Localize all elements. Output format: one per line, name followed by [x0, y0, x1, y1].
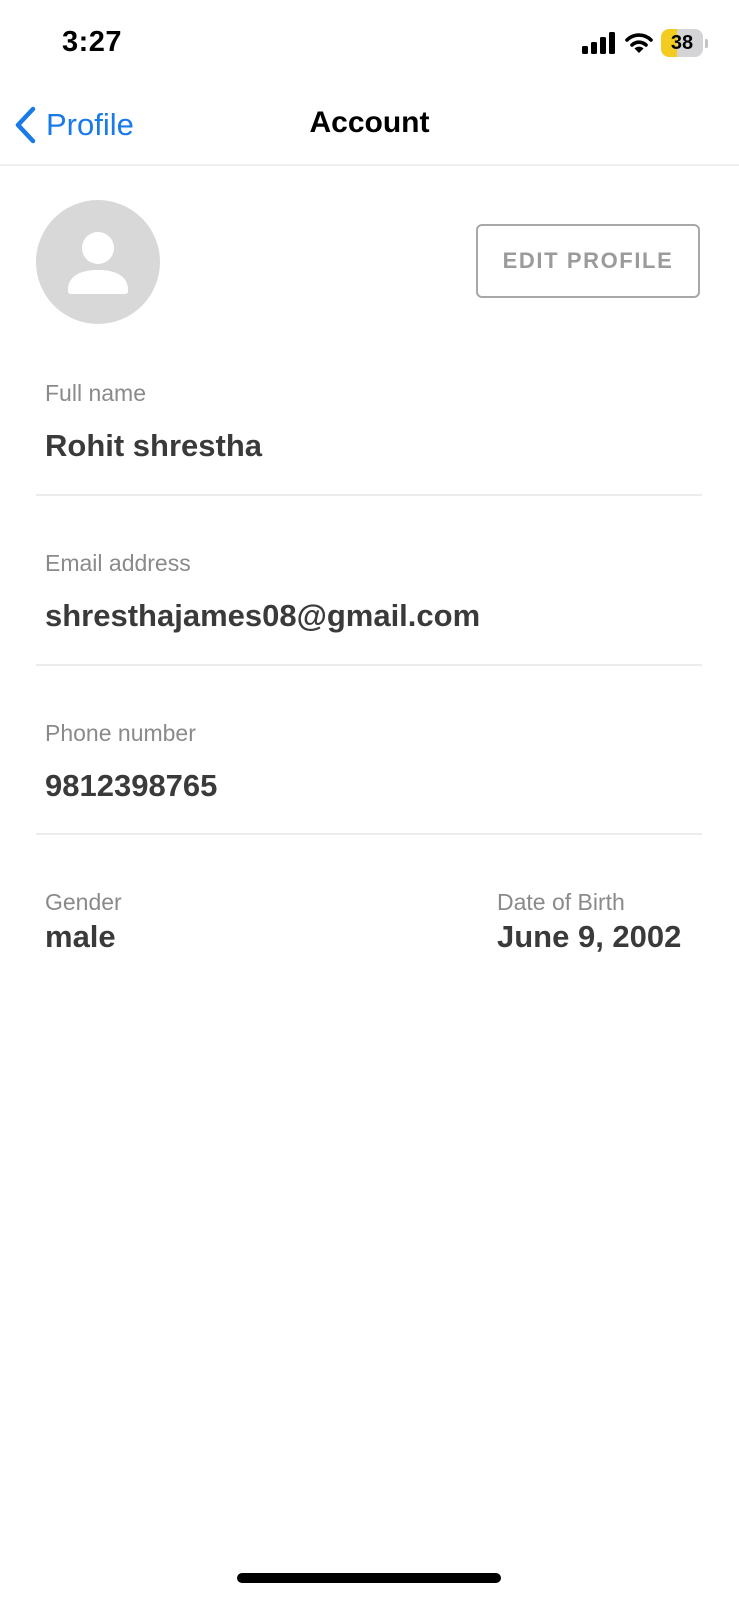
divider	[36, 494, 702, 496]
date-of-birth-field: Date of Birth June 9, 2002	[488, 889, 718, 959]
full-name-value: Rohit shrestha	[45, 428, 263, 463]
home-indicator[interactable]	[237, 1573, 501, 1583]
wifi-icon	[625, 33, 653, 53]
avatar	[36, 200, 160, 324]
phone-label: Phone number	[45, 720, 196, 746]
date-of-birth-label: Date of Birth	[497, 889, 625, 915]
gender-label: Gender	[45, 889, 122, 915]
date-of-birth-value: June 9, 2002	[497, 919, 682, 954]
full-name-field: Full name Rohit shrestha	[36, 380, 702, 500]
divider	[36, 664, 702, 666]
phone-value: 9812398765	[45, 768, 218, 803]
cellular-signal-icon	[582, 32, 615, 54]
edit-profile-button[interactable]: EDIT PROFILE	[476, 224, 700, 298]
status-bar: 3:27 38	[0, 0, 739, 88]
navigation-bar: Profile Account	[0, 88, 739, 166]
battery-tip	[705, 39, 708, 48]
page-title: Account	[309, 106, 430, 139]
divider	[36, 833, 702, 835]
email-label: Email address	[45, 550, 191, 576]
gender-value: male	[45, 919, 116, 954]
battery-body: 38	[661, 29, 703, 57]
battery-level-text: 38	[670, 32, 694, 54]
phone-field: Phone number 9812398765	[36, 720, 702, 840]
email-field: Email address shresthajames08@gmail.com	[36, 550, 702, 670]
battery-icon: 38	[661, 29, 709, 57]
person-icon	[68, 232, 128, 294]
gender-field: Gender male	[36, 889, 336, 959]
full-name-label: Full name	[45, 380, 146, 406]
status-time: 3:27	[62, 26, 123, 58]
email-value: shresthajames08@gmail.com	[45, 598, 481, 633]
